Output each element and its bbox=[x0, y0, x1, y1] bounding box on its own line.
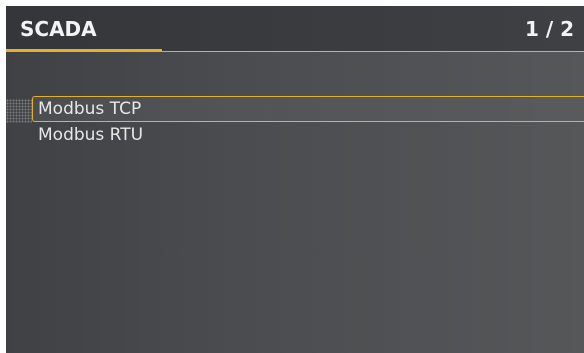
device-screen: SCADA 1 / 2 Modbus TCP Modbus RTU bbox=[6, 6, 584, 353]
page-title: SCADA bbox=[20, 17, 97, 41]
header-accent-bar bbox=[6, 49, 162, 52]
header-bar: SCADA 1 / 2 bbox=[6, 6, 584, 52]
menu-item-modbus-tcp[interactable]: Modbus TCP bbox=[32, 96, 584, 122]
selection-marker bbox=[6, 99, 32, 123]
page-indicator: 1 / 2 bbox=[524, 17, 574, 41]
menu-item-label: Modbus TCP bbox=[38, 99, 142, 119]
menu-item-label: Modbus RTU bbox=[38, 125, 144, 145]
menu-item-modbus-rtu[interactable]: Modbus RTU bbox=[32, 122, 584, 148]
